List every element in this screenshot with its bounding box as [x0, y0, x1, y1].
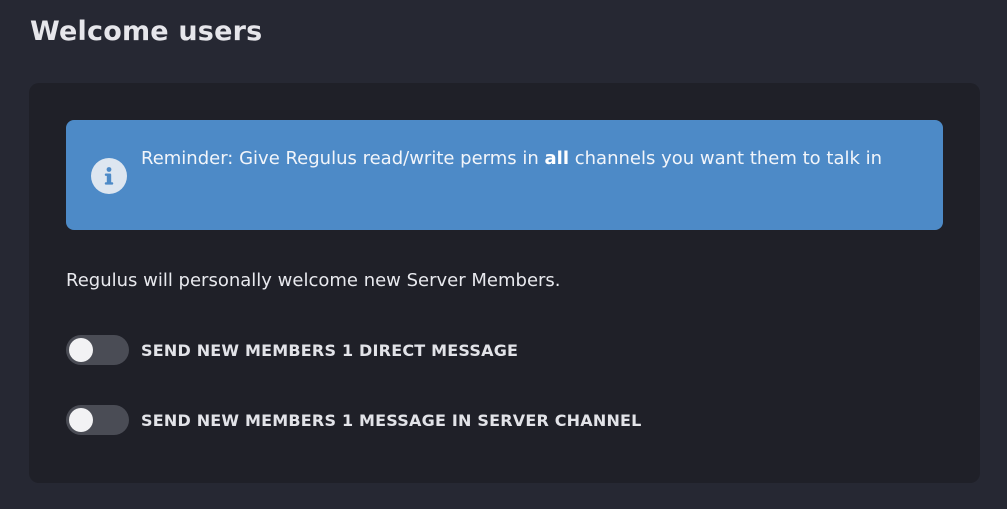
- alert-text-bold: all: [544, 148, 570, 169]
- info-icon: [91, 158, 127, 194]
- toggle-knob: [69, 338, 93, 362]
- toggle-row-direct-message: SEND NEW MEMBERS 1 DIRECT MESSAGE: [66, 335, 518, 365]
- toggle-knob: [69, 408, 93, 432]
- alert-text-before: Reminder: Give Regulus read/write perms …: [141, 148, 545, 169]
- toggle-row-server-channel: SEND NEW MEMBERS 1 MESSAGE IN SERVER CHA…: [66, 405, 642, 435]
- alert-text-after: channels you want them to talk in: [569, 148, 883, 169]
- page-title: Welcome users: [30, 16, 263, 47]
- direct-message-toggle[interactable]: [66, 335, 129, 365]
- welcome-settings-card: Reminder: Give Regulus read/write perms …: [29, 83, 980, 483]
- server-channel-message-toggle[interactable]: [66, 405, 129, 435]
- reminder-alert: Reminder: Give Regulus read/write perms …: [66, 120, 943, 230]
- welcome-description: Regulus will personally welcome new Serv…: [66, 270, 561, 291]
- server-channel-toggle-label: SEND NEW MEMBERS 1 MESSAGE IN SERVER CHA…: [141, 410, 642, 430]
- direct-message-toggle-label: SEND NEW MEMBERS 1 DIRECT MESSAGE: [141, 340, 519, 360]
- alert-message: Reminder: Give Regulus read/write perms …: [141, 144, 931, 174]
